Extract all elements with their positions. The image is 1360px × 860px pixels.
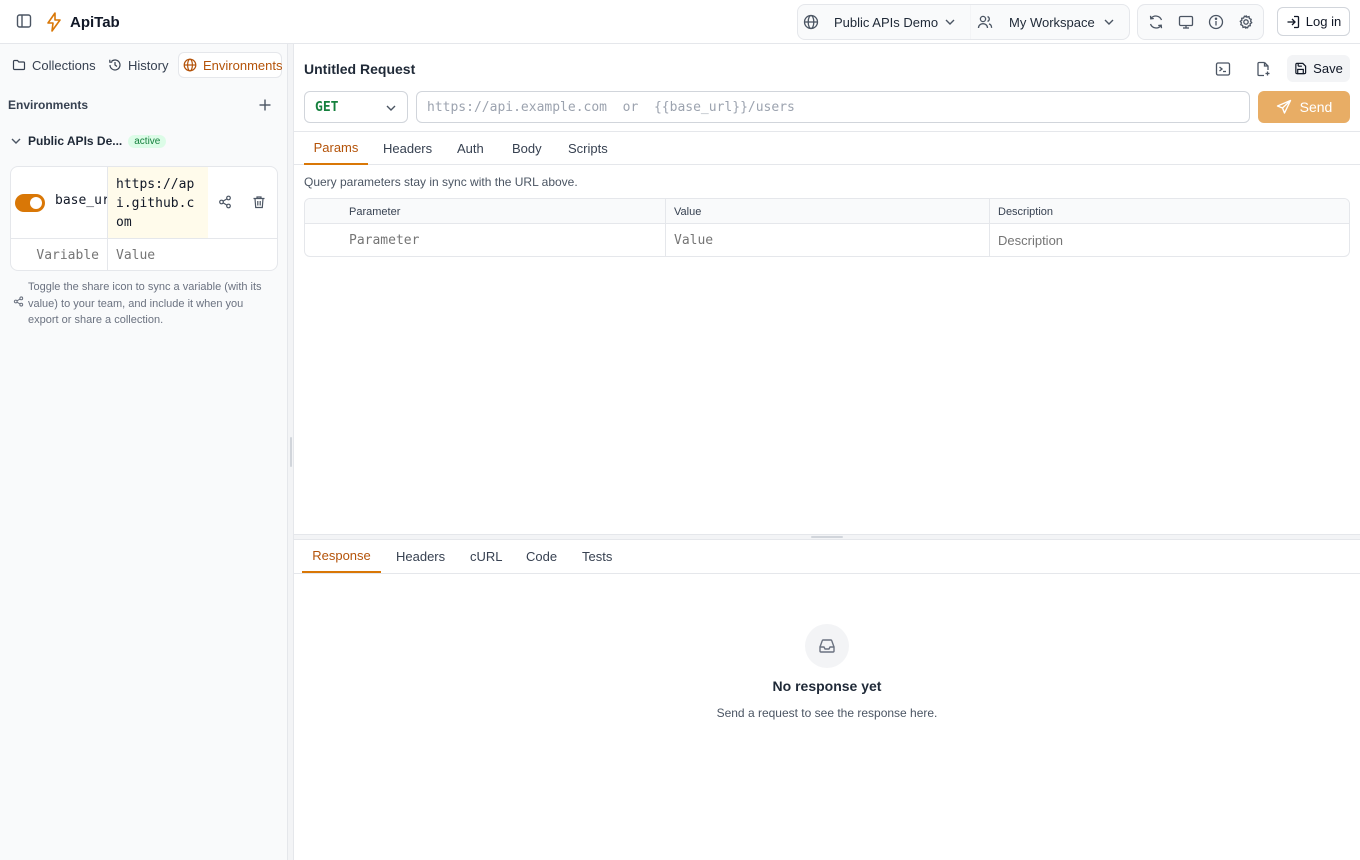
top-bar: ApiTab Public APIs Demo My Workspace Log… bbox=[0, 0, 1360, 44]
tool-icons bbox=[1137, 4, 1264, 40]
workspace-select-value: My Workspace bbox=[1009, 14, 1095, 30]
tab-response[interactable]: Response bbox=[302, 540, 381, 573]
tab-body[interactable]: Body bbox=[512, 132, 542, 165]
send-icon bbox=[1276, 99, 1292, 115]
request-panel: Untitled Request Save GET Send Params He… bbox=[294, 44, 1360, 860]
method-value: GET bbox=[315, 99, 339, 115]
column-header: Description bbox=[998, 205, 1054, 218]
param-key-input[interactable] bbox=[341, 225, 661, 256]
save-button[interactable]: Save bbox=[1287, 55, 1350, 82]
variable-enabled-toggle[interactable] bbox=[15, 194, 45, 212]
column-header: Value bbox=[674, 205, 702, 218]
tab-tests[interactable]: Tests bbox=[582, 540, 612, 573]
environment-header[interactable]: Public APIs De... active bbox=[10, 134, 167, 148]
panel-resize-handle[interactable] bbox=[811, 536, 843, 538]
sidebar-resize-handle[interactable] bbox=[290, 437, 292, 467]
response-tabs: Response Headers cURL Code Tests bbox=[294, 540, 1360, 574]
sidebar-tab-collections[interactable]: Collections bbox=[8, 52, 96, 78]
context-selectors: Public APIs Demo My Workspace bbox=[797, 4, 1130, 40]
users-icon bbox=[977, 14, 993, 30]
app-name: ApiTab bbox=[70, 13, 120, 31]
tab-curl[interactable]: cURL bbox=[470, 540, 503, 573]
trash-icon[interactable] bbox=[252, 195, 266, 209]
login-label: Log in bbox=[1305, 14, 1342, 29]
brand: ApiTab bbox=[46, 12, 120, 32]
request-tabs: Params Headers Auth Body Scripts bbox=[294, 131, 1360, 165]
empty-state-subtitle: Send a request to see the response here. bbox=[716, 706, 938, 720]
add-environment-icon[interactable] bbox=[258, 98, 272, 112]
share-icon bbox=[13, 296, 24, 307]
variables-table: base_url https://api.github.com bbox=[10, 166, 278, 271]
chevron-down-icon bbox=[944, 16, 956, 28]
tab-auth[interactable]: Auth bbox=[457, 132, 484, 165]
status-badge: active bbox=[128, 134, 167, 148]
sidebar-tab-history[interactable]: History bbox=[104, 52, 170, 78]
new-variable-key-input[interactable] bbox=[11, 239, 107, 270]
sidebar-tab-environments[interactable]: Environments bbox=[178, 52, 282, 78]
chevron-down-icon bbox=[10, 135, 22, 147]
request-title[interactable]: Untitled Request bbox=[304, 61, 415, 77]
tab-params[interactable]: Params bbox=[304, 132, 368, 165]
chevron-down-icon bbox=[1103, 16, 1115, 28]
tab-response-headers[interactable]: Headers bbox=[396, 540, 445, 573]
workspace-select[interactable]: My Workspace bbox=[1009, 5, 1127, 39]
terminal-icon[interactable] bbox=[1215, 61, 1231, 77]
sidebar: Collections History Environments Environ… bbox=[0, 44, 288, 860]
share-hint: Toggle the share icon to sync a variable… bbox=[28, 281, 262, 326]
variable-value[interactable]: https://api.github.com bbox=[108, 167, 208, 238]
environments-title: Environments bbox=[8, 98, 89, 112]
info-icon[interactable] bbox=[1208, 14, 1224, 30]
environment-name: Public APIs De... bbox=[28, 134, 123, 148]
tab-headers[interactable]: Headers bbox=[383, 132, 432, 165]
new-file-icon[interactable] bbox=[1255, 61, 1271, 77]
params-table-header: Parameter Value Description bbox=[305, 199, 1349, 224]
collection-select[interactable]: Public APIs Demo bbox=[834, 5, 964, 39]
bolt-icon bbox=[46, 12, 62, 32]
collection-select-value: Public APIs Demo bbox=[834, 14, 939, 30]
sidebar-tabs: Collections History Environments bbox=[0, 44, 288, 84]
variable-key[interactable]: base_url bbox=[55, 193, 107, 208]
sidebar-toggle-icon[interactable] bbox=[16, 13, 32, 29]
param-value-input[interactable] bbox=[666, 225, 986, 256]
params-hint: Query parameters stay in sync with the U… bbox=[304, 175, 578, 189]
tab-scripts[interactable]: Scripts bbox=[568, 132, 608, 165]
send-button[interactable]: Send bbox=[1258, 91, 1350, 123]
refresh-icon[interactable] bbox=[1148, 14, 1164, 30]
monitor-icon[interactable] bbox=[1178, 14, 1194, 30]
login-icon bbox=[1286, 15, 1300, 29]
tab-code[interactable]: Code bbox=[526, 540, 557, 573]
new-variable-value-input[interactable] bbox=[108, 239, 268, 270]
globe-icon bbox=[803, 14, 819, 30]
login-button[interactable]: Log in bbox=[1277, 7, 1350, 36]
share-icon[interactable] bbox=[218, 195, 232, 209]
column-header: Parameter bbox=[349, 205, 401, 218]
save-icon bbox=[1294, 62, 1307, 75]
params-table: Parameter Value Description bbox=[304, 198, 1350, 257]
param-description-input[interactable] bbox=[990, 225, 1348, 256]
folder-icon bbox=[12, 58, 26, 72]
url-input[interactable] bbox=[416, 91, 1250, 123]
gear-icon[interactable] bbox=[1238, 14, 1254, 30]
chevron-down-icon bbox=[385, 102, 397, 114]
inbox-icon bbox=[805, 624, 849, 668]
method-select[interactable]: GET bbox=[304, 91, 408, 123]
globe-icon bbox=[183, 58, 197, 72]
empty-state-title: No response yet bbox=[772, 678, 882, 694]
history-icon bbox=[108, 58, 122, 72]
